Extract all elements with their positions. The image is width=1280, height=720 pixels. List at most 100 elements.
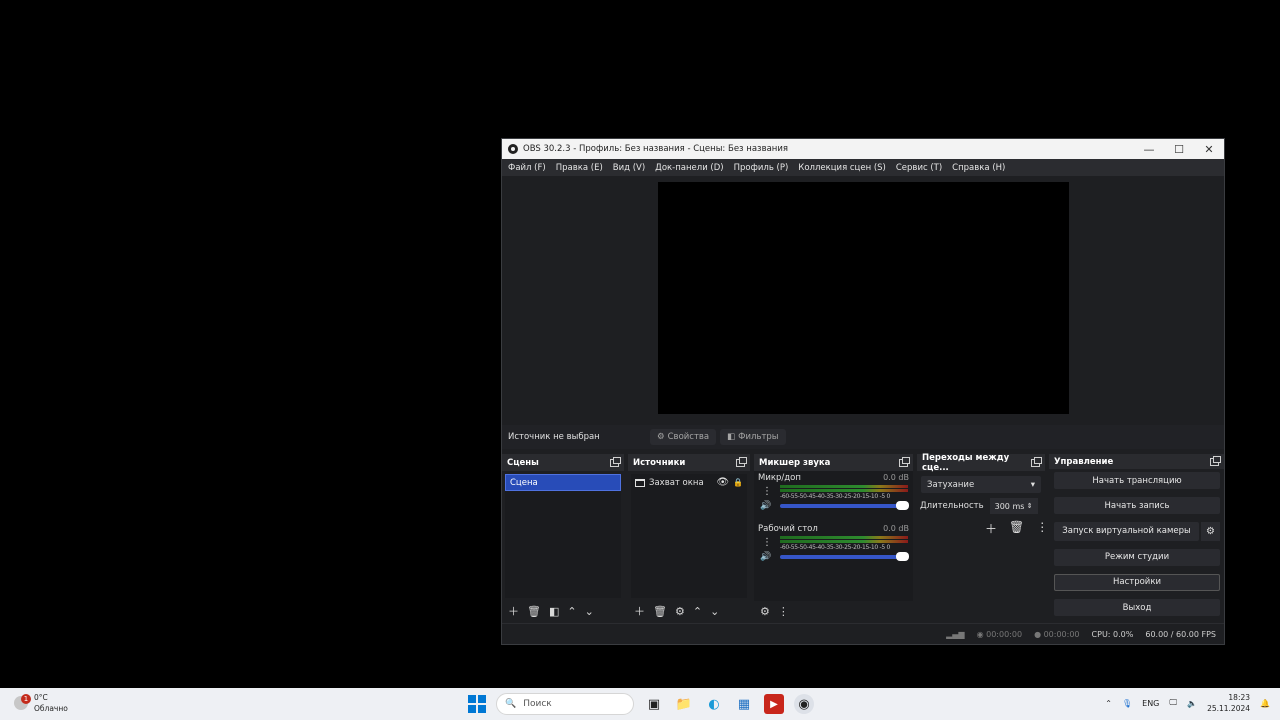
edge-browser-icon[interactable]: ◐ (704, 694, 724, 714)
filters-button[interactable]: ◧ Фильтры (720, 429, 786, 445)
channel-name: Рабочий стол (758, 524, 818, 534)
volume-slider[interactable] (780, 501, 909, 510)
scene-filter-icon[interactable]: ◧ (549, 605, 559, 618)
menu-view[interactable]: Вид (V) (613, 163, 645, 173)
move-down-icon[interactable]: ⌄ (710, 605, 719, 618)
record-icon: ● (1034, 629, 1044, 639)
kebab-menu-icon[interactable]: ⋮ (762, 486, 772, 497)
search-box[interactable]: 🔍 Поиск (496, 693, 634, 715)
undock-icon[interactable] (899, 456, 910, 467)
move-down-icon[interactable]: ⌄ (585, 605, 594, 618)
settings-button[interactable]: Настройки (1054, 573, 1220, 592)
controls-dock: Управление Начать трансляцию Начать запи… (1049, 454, 1224, 621)
controls-dock-header: Управление (1049, 454, 1224, 470)
duration-label: Длительность (920, 501, 984, 511)
slider-handle[interactable] (896, 501, 909, 510)
menu-profile[interactable]: Профиль (P) (734, 163, 789, 173)
start-button[interactable] (468, 695, 486, 713)
menu-edit[interactable]: Правка (E) (556, 163, 603, 173)
transition-select[interactable]: Затухание ▾ (921, 476, 1041, 493)
record-time: 00:00:00 (1043, 629, 1080, 639)
chevron-up-icon[interactable]: ⌃ (1105, 699, 1112, 708)
add-icon[interactable]: ＋ (508, 603, 519, 619)
obs-taskbar-icon[interactable]: ◉ (794, 694, 814, 714)
transitions-dock-header: Переходы между сце... (917, 453, 1045, 473)
trash-icon[interactable]: 🗑 (653, 605, 667, 618)
search-placeholder: Поиск (523, 699, 552, 709)
preview-area (502, 176, 1224, 420)
clock[interactable]: 18:23 25.11.2024 (1207, 692, 1250, 714)
undock-icon[interactable] (610, 456, 621, 467)
trash-icon[interactable]: 🗑 (1009, 520, 1024, 537)
weather-desc: Облачно (34, 704, 68, 713)
start-virtual-camera-button[interactable]: Запуск виртуальной камеры (1054, 521, 1199, 541)
source-item-label: Захват окна (649, 477, 704, 488)
speaker-icon[interactable]: 🔊 (760, 552, 771, 562)
kebab-menu-icon[interactable]: ⋮ (778, 605, 789, 618)
language-indicator[interactable]: ENG (1142, 699, 1159, 708)
volume-icon[interactable]: 🔈 (1187, 699, 1197, 708)
start-recording-button[interactable]: Начать запись (1054, 497, 1220, 514)
menu-help[interactable]: Справка (H) (952, 163, 1005, 173)
add-icon[interactable]: ＋ (634, 603, 645, 619)
kebab-menu-icon[interactable]: ⋮ (762, 537, 772, 548)
advanced-audio-icon[interactable]: ⚙ (760, 605, 770, 618)
slider-handle[interactable] (896, 552, 909, 561)
gear-icon[interactable]: ⚙ (675, 605, 685, 618)
menu-bar: Файл (F) Правка (E) Вид (V) Док-панели (… (502, 159, 1224, 176)
gear-icon[interactable]: ⚙ (1201, 521, 1220, 541)
clock-time: 18:23 (1228, 693, 1251, 702)
minimize-button[interactable]: — (1134, 139, 1164, 159)
notification-badge: 1 (21, 694, 31, 704)
transitions-dock: Переходы между сце... Затухание ▾ Длител… (917, 453, 1048, 621)
lock-icon[interactable]: 🔒 (733, 478, 743, 487)
source-item[interactable]: Захват окна 👁 🔒 (631, 474, 747, 491)
properties-button[interactable]: ⚙ Свойства (650, 429, 717, 445)
speaker-icon[interactable]: 🔊 (760, 501, 771, 511)
file-explorer-icon[interactable]: 📁 (674, 694, 694, 714)
menu-scene-collection[interactable]: Коллекция сцен (S) (798, 163, 886, 173)
spinner-icon[interactable]: ⇕ (1027, 502, 1033, 510)
cpu-usage: CPU: 0.0% (1091, 629, 1134, 639)
microphone-icon[interactable]: 🎙 (1122, 699, 1132, 708)
maximize-button[interactable]: ☐ (1164, 139, 1194, 159)
controls-dock-title: Управление (1054, 456, 1114, 467)
menu-tools[interactable]: Сервис (T) (896, 163, 942, 173)
duration-input[interactable]: 300 ms ⇕ (989, 498, 1038, 514)
window-title: OBS 30.2.3 - Профиль: Без названия - Сце… (523, 144, 788, 154)
mixer-channels: Микр/доп 0.0 dB ⋮ -60-55-50-45-40-35-30-… (754, 471, 913, 601)
title-bar[interactable]: OBS 30.2.3 - Профиль: Без названия - Сце… (502, 139, 1224, 159)
media-app-icon[interactable]: ▶ (764, 694, 784, 714)
menu-docks[interactable]: Док-панели (D) (655, 163, 723, 173)
start-streaming-button[interactable]: Начать трансляцию (1054, 472, 1220, 490)
task-view-icon[interactable]: ▣ (644, 694, 664, 714)
close-button[interactable]: ✕ (1194, 139, 1224, 159)
notification-bell-icon[interactable]: 🔔 (1260, 699, 1270, 708)
store-icon[interactable]: ▦ (734, 694, 754, 714)
sources-toolbar: ＋ 🗑 ⚙ ⌃ ⌄ (628, 601, 750, 621)
volume-meter: -60-55-50-45-40-35-30-25-20-15-10 -5 0 (780, 536, 908, 551)
exit-button[interactable]: Выход (1054, 599, 1220, 616)
undock-icon[interactable] (1031, 456, 1042, 467)
menu-file[interactable]: Файл (F) (508, 163, 546, 173)
move-up-icon[interactable]: ⌃ (567, 605, 576, 618)
undock-icon[interactable] (1210, 455, 1221, 466)
preview-canvas[interactable] (658, 182, 1069, 414)
trash-icon[interactable]: 🗑 (527, 605, 541, 618)
scene-item[interactable]: Сцена (505, 474, 621, 491)
broadcast-icon: ◉ (976, 629, 987, 639)
eye-icon[interactable]: 👁 (716, 477, 729, 488)
kebab-menu-icon[interactable]: ⋮ (1036, 520, 1048, 537)
volume-slider[interactable] (780, 552, 909, 561)
add-icon[interactable]: ＋ (985, 520, 997, 537)
undock-icon[interactable] (736, 456, 747, 467)
network-icon[interactable]: 🖵 (1169, 698, 1177, 708)
weather-widget[interactable]: 1 0°C Облачно (14, 692, 68, 714)
scenes-dock-title: Сцены (507, 457, 539, 468)
scenes-toolbar: ＋ 🗑 ◧ ⌃ ⌄ (502, 601, 624, 621)
filter-icon: ◧ (727, 432, 736, 442)
mixer-channel-mic: Микр/доп 0.0 dB ⋮ -60-55-50-45-40-35-30-… (754, 471, 913, 522)
clock-date: 25.11.2024 (1207, 704, 1251, 713)
move-up-icon[interactable]: ⌃ (693, 605, 702, 618)
studio-mode-button[interactable]: Режим студии (1054, 548, 1220, 566)
